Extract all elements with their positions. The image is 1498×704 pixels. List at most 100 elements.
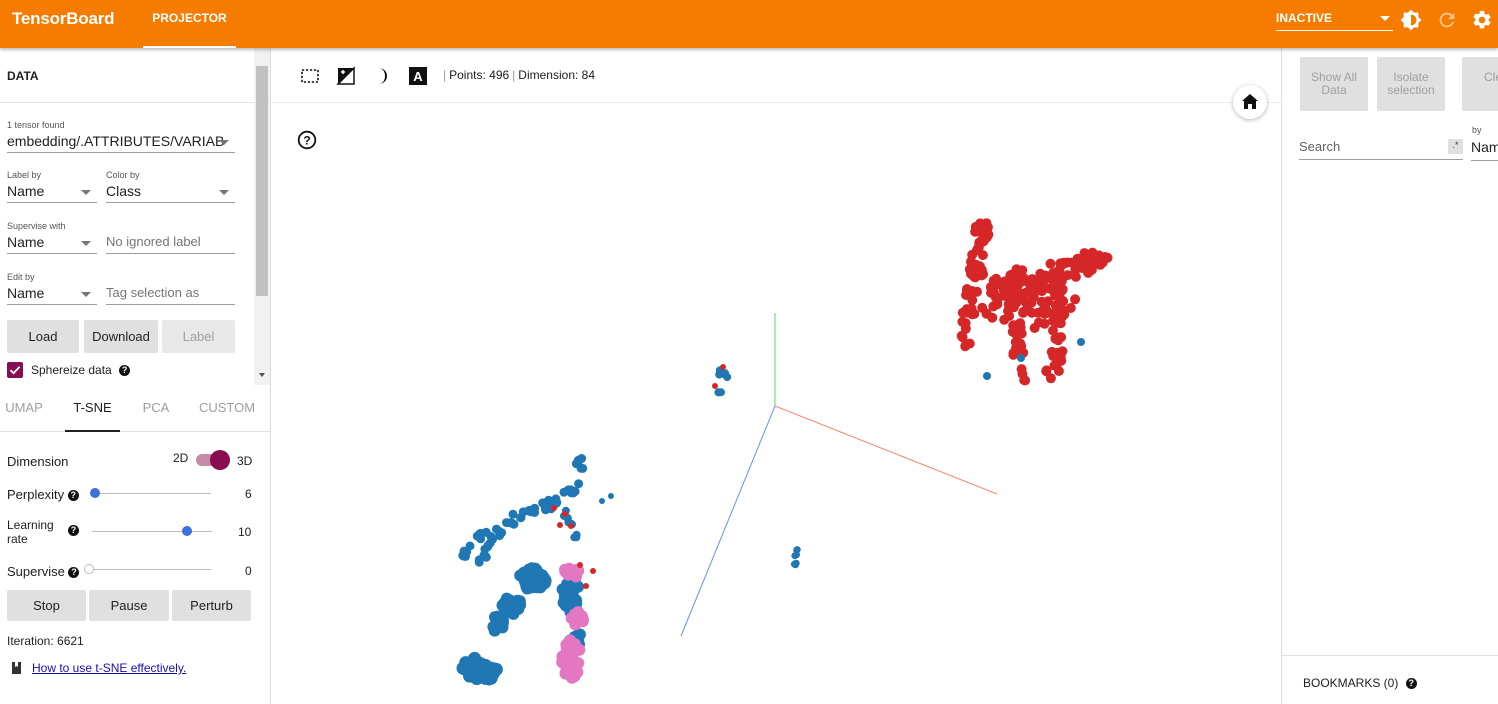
tab-umap[interactable]: UMAP (0, 386, 48, 431)
supervise-slider[interactable] (89, 569, 211, 570)
data-point (720, 364, 726, 370)
tensor-select[interactable]: embedding/.ATTRIBUTES/VARIAB (7, 131, 235, 153)
data-point (1039, 318, 1050, 329)
learning-rate-slider-knob[interactable] (182, 526, 192, 536)
perplexity-slider-knob[interactable] (90, 488, 100, 498)
stop-button[interactable]: Stop (7, 590, 86, 621)
tab-projector-label: PROJECTOR (152, 11, 227, 25)
data-point (1005, 288, 1016, 299)
search-input[interactable]: Search .* (1299, 136, 1463, 160)
data-point (608, 493, 614, 499)
data-point (565, 612, 578, 625)
edit-by-value: Name (7, 285, 45, 301)
data-point (570, 486, 580, 496)
clear-selection-button[interactable]: Clear selection (1462, 57, 1498, 111)
tab-underline (65, 430, 120, 432)
label-by-select[interactable]: Name (7, 181, 97, 203)
stats-bar: | Points: 496 | Dimension: 84 (440, 68, 595, 82)
data-point (559, 565, 572, 578)
perplexity-slider[interactable] (94, 493, 211, 494)
edit-by-select[interactable]: Name (7, 283, 97, 305)
bookmarks-bar[interactable]: BOOKMARKS (0) ? (1282, 655, 1498, 704)
scatter-plot[interactable] (271, 103, 1281, 704)
perplexity-label: Perplexity (7, 487, 65, 502)
regex-toggle[interactable]: .* (1448, 139, 1463, 154)
label-button[interactable]: Label (162, 320, 235, 353)
tensor-select-value: embedding/.ATTRIBUTES/VARIAB (7, 133, 225, 149)
load-button[interactable]: Load (7, 320, 79, 353)
data-point (960, 323, 971, 334)
data-point (570, 533, 579, 542)
help-icon[interactable]: ? (119, 365, 131, 377)
run-select[interactable]: INACTIVE (1276, 8, 1393, 31)
night-mode-icon[interactable] (336, 66, 356, 86)
help-icon[interactable]: ? (297, 130, 317, 150)
select-icon[interactable] (300, 66, 320, 86)
isolate-selection-button[interactable]: Isolate selection (1377, 57, 1445, 111)
tag-selection-input[interactable]: Tag selection as (106, 283, 235, 305)
settings-icon[interactable] (1471, 9, 1493, 31)
search-placeholder: Search (1299, 139, 1341, 154)
data-point (557, 522, 563, 528)
dimension-toggle-knob[interactable] (210, 450, 230, 470)
supervise-with-select[interactable]: Name (7, 232, 97, 254)
tag-selection-placeholder: Tag selection as (106, 285, 200, 300)
label-icon[interactable]: A (408, 66, 428, 86)
data-point (1054, 332, 1065, 343)
dimension-label: Dimension (7, 454, 69, 469)
data-point (981, 218, 992, 229)
scrollbar-thumb[interactable] (256, 66, 268, 296)
data-point (983, 372, 991, 380)
help-icon[interactable]: ? (68, 567, 80, 579)
help-icon[interactable]: ? (68, 525, 79, 536)
data-point (1053, 357, 1064, 368)
tab-projector[interactable]: PROJECTOR (143, 0, 236, 48)
ignored-label-input[interactable]: No ignored label (106, 232, 235, 254)
data-point (524, 505, 534, 515)
show-all-data-button[interactable]: Show All Data (1300, 57, 1368, 111)
chevron-down-icon (1380, 16, 1390, 21)
moon-icon[interactable] (372, 66, 392, 86)
learning-rate-label: Learning rate (7, 518, 54, 546)
data-point (989, 288, 1000, 299)
download-button[interactable]: Download (84, 320, 158, 353)
scroll-down-icon[interactable] (259, 373, 265, 377)
data-point (712, 383, 718, 389)
data-section-title: DATA (7, 69, 39, 83)
data-point (1070, 294, 1081, 305)
tsne-help-link[interactable]: How to use t-SNE effectively. (32, 661, 186, 675)
help-icon[interactable]: ? (1405, 678, 1417, 690)
chevron-down-icon (81, 241, 91, 246)
data-point (970, 221, 981, 232)
supervise-slider-knob[interactable] (84, 564, 94, 574)
help-icon[interactable]: ? (67, 490, 79, 502)
data-point (1015, 322, 1026, 333)
tab-pca[interactable]: PCA (136, 386, 176, 431)
dim-2d-label: 2D (173, 451, 189, 465)
refresh-icon[interactable] (1436, 9, 1458, 31)
learning-rate-slider[interactable] (92, 531, 212, 532)
separator: | (443, 68, 447, 82)
projection-tabs: UMAP T-SNE PCA CUSTOM (0, 386, 270, 432)
brightness-icon[interactable] (1400, 9, 1422, 31)
tab-custom[interactable]: CUSTOM (196, 386, 258, 431)
data-point (480, 550, 490, 560)
dim-3d-label: 3D (237, 454, 253, 468)
projector-canvas-area: A | Points: 496 | Dimension: 84 ? (271, 48, 1281, 704)
data-point (599, 498, 605, 504)
data-point (559, 487, 569, 497)
data-point (590, 568, 596, 574)
iteration-counter: Iteration: 6621 (7, 634, 84, 648)
left-scrollbar[interactable] (254, 48, 270, 385)
data-point (1039, 308, 1050, 319)
data-point (551, 505, 557, 511)
data-point (1095, 256, 1106, 267)
perturb-button[interactable]: Perturb (172, 590, 251, 621)
divider (0, 102, 254, 103)
search-by-select[interactable]: Name (1471, 137, 1498, 161)
color-by-select[interactable]: Class (106, 181, 235, 203)
tab-tsne[interactable]: T-SNE (65, 386, 120, 432)
sphereize-checkbox[interactable] (7, 362, 23, 378)
pause-button[interactable]: Pause (89, 590, 169, 621)
embedding-points (456, 218, 1113, 686)
